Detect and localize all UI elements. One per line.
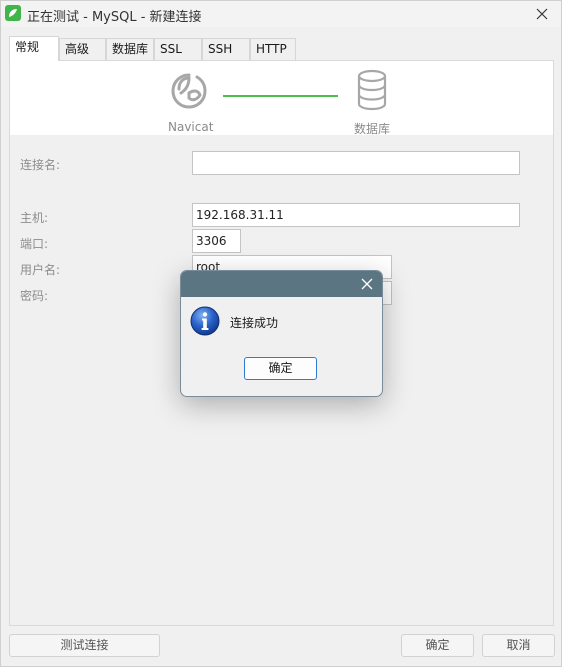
- tab-http[interactable]: HTTP: [250, 38, 296, 60]
- client-label: Navicat: [168, 120, 214, 134]
- navicat-logo-icon: [171, 73, 207, 109]
- connection-name-input[interactable]: [192, 151, 520, 175]
- password-label: 密码:: [20, 289, 49, 303]
- cancel-button[interactable]: 取消: [482, 634, 555, 657]
- server-label: 数据库: [354, 122, 391, 136]
- host-label: 主机:: [20, 211, 49, 225]
- dialog-message: 连接成功: [230, 316, 279, 330]
- dialog-ok-button[interactable]: 确定: [244, 357, 317, 380]
- dialog-close-button[interactable]: [358, 275, 376, 293]
- window-close-button[interactable]: [527, 2, 557, 26]
- tab-general[interactable]: 常规: [9, 36, 59, 61]
- test-connection-button[interactable]: 测试连接: [9, 634, 160, 657]
- close-icon: [361, 278, 373, 290]
- window-title: 正在测试 - MySQL - 新建连接: [27, 10, 202, 25]
- dialog-title-bar: [181, 271, 382, 297]
- title-bar: 正在测试 - MySQL - 新建连接: [1, 1, 561, 27]
- port-input[interactable]: [192, 229, 241, 253]
- connection-name-label: 连接名:: [20, 158, 61, 172]
- tab-ssl[interactable]: SSL: [154, 38, 202, 60]
- tab-databases[interactable]: 数据库: [106, 38, 154, 60]
- ok-button[interactable]: 确定: [401, 634, 474, 657]
- close-icon: [536, 8, 548, 20]
- host-input[interactable]: [192, 203, 520, 227]
- connection-success-dialog: 连接成功 确定: [180, 270, 383, 397]
- tab-advanced[interactable]: 高级: [59, 38, 106, 60]
- database-icon: [357, 69, 387, 111]
- tab-ssh[interactable]: SSH: [202, 38, 250, 60]
- connection-link-line: [223, 95, 338, 97]
- port-label: 端口:: [20, 237, 49, 251]
- navicat-app-icon: [5, 5, 21, 21]
- username-label: 用户名:: [20, 263, 61, 277]
- connection-diagram: Navicat 数据库: [10, 61, 553, 136]
- info-icon: [190, 306, 220, 336]
